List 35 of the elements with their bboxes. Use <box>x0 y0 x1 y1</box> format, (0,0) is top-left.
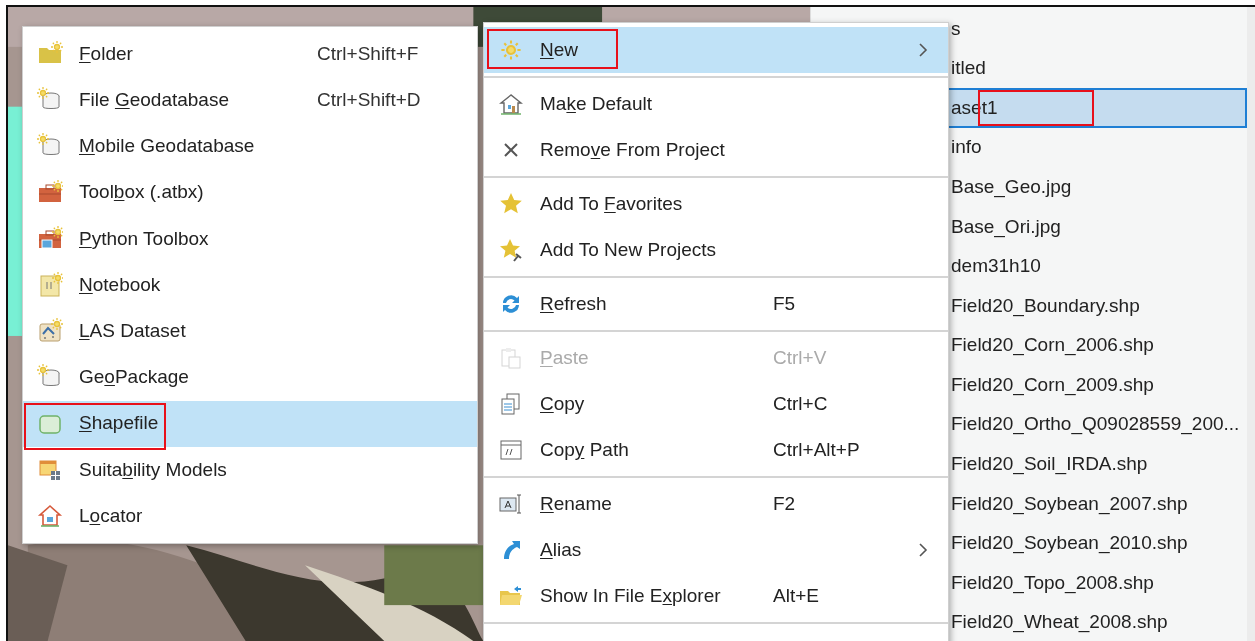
shortcut-text: Ctrl+Shift+D <box>317 88 422 113</box>
point-cloud-icon <box>37 318 63 345</box>
menu-item[interactable]: Mobile Geodatabase <box>23 123 477 170</box>
menu-item[interactable]: Add To New Projects <box>484 227 948 273</box>
menu-item[interactable]: Show In File Explorer Alt+E <box>484 573 948 619</box>
menu-item[interactable]: LAS Dataset <box>23 308 477 355</box>
chevron-right-icon <box>918 42 928 58</box>
menu-item[interactable]: Remove From Project <box>484 127 948 173</box>
menu-item[interactable]: Suitability Models <box>23 446 477 493</box>
shortcut-text: Ctrl+Shift+F <box>317 41 420 66</box>
menu-item[interactable]: New <box>484 27 948 73</box>
menu-item[interactable]: Copy Ctrl+C <box>484 381 948 427</box>
rename-icon <box>498 491 524 517</box>
menu-item[interactable]: GeoPackage <box>23 354 477 401</box>
menu-item[interactable]: Shapefile <box>23 400 477 447</box>
clipboard-icon <box>498 345 524 371</box>
path-icon <box>498 437 524 463</box>
menu-item[interactable]: Toolbox (.atbx) <box>23 169 477 216</box>
sun-icon <box>498 37 524 63</box>
menu-item[interactable]: Python Toolbox <box>23 215 477 262</box>
menu-item[interactable]: Notebook <box>23 261 477 309</box>
menu-item[interactable]: Rename F2 <box>484 481 948 527</box>
house-icon <box>37 502 63 529</box>
menu-item[interactable]: Copy Path Ctrl+Alt+P <box>484 427 948 473</box>
menu-item[interactable]: Locator <box>23 492 477 540</box>
menu-item[interactable]: Folder Ctrl+Shift+F <box>23 31 477 78</box>
menu-item[interactable]: Alias <box>484 527 948 573</box>
star-pin-icon <box>498 237 524 263</box>
menu-item[interactable]: Add To Favorites <box>484 181 948 227</box>
house-icon <box>498 91 524 117</box>
notebook-icon <box>37 272 63 299</box>
menu-item[interactable]: Refresh F5 <box>484 281 948 327</box>
scrollbar[interactable] <box>1247 7 1255 641</box>
chevron-right-icon <box>918 542 928 558</box>
menu-item[interactable]: File Geodatabase Ctrl+Shift+D <box>23 77 477 124</box>
